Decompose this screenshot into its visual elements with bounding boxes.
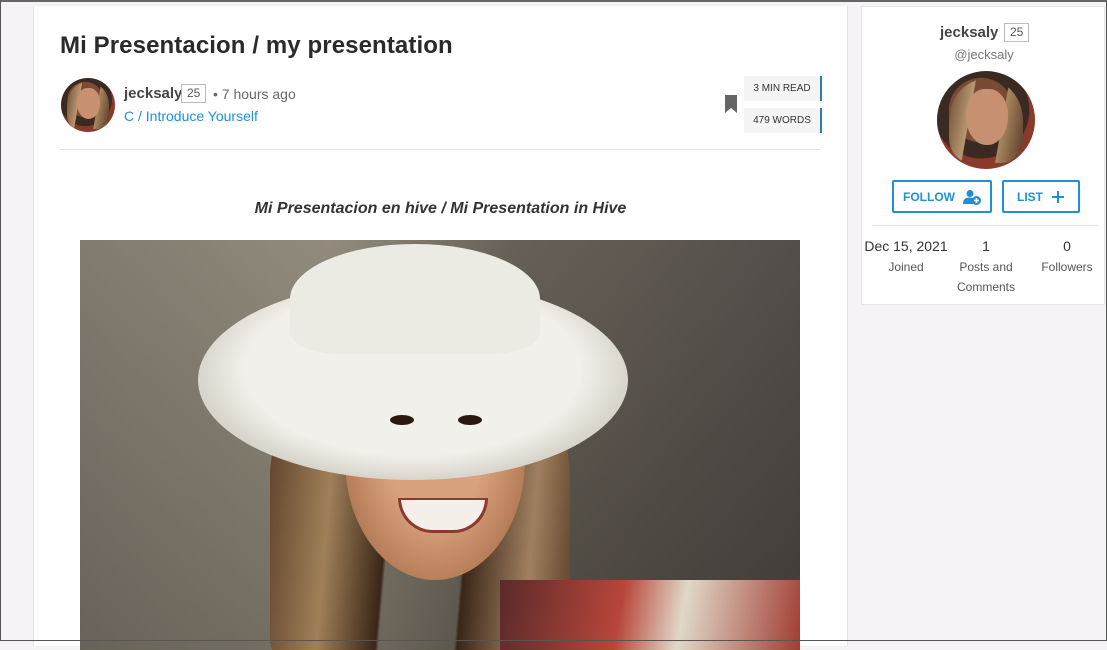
stat-joined-value: Dec 15, 2021 bbox=[864, 238, 948, 254]
list-button-label: LIST bbox=[1017, 189, 1043, 204]
stat-joined-label: Joined bbox=[888, 260, 924, 274]
post-image bbox=[80, 240, 800, 650]
read-time-chip: 3 MIN READ bbox=[744, 76, 822, 101]
sidebar-divider bbox=[872, 225, 1098, 226]
post-subtitle: Mi Presentacion en hive / Mi Presentatio… bbox=[254, 200, 627, 217]
post-time: • 7 hours ago bbox=[213, 86, 296, 102]
follow-button-label: FOLLOW bbox=[903, 189, 955, 204]
stat-followers-value: 0 bbox=[1063, 238, 1071, 254]
stat-posts-value: 1 bbox=[982, 238, 990, 254]
stat-posts: 1 Posts and Comments bbox=[950, 237, 1022, 297]
author-reputation-badge: 25 bbox=[181, 84, 207, 103]
profile-avatar[interactable] bbox=[937, 71, 1035, 169]
stat-posts-label: Posts and Comments bbox=[956, 260, 1015, 294]
follow-button[interactable]: FOLLOW bbox=[892, 180, 992, 213]
profile-name[interactable]: jecksaly bbox=[940, 24, 998, 41]
stat-joined: Dec 15, 2021 Joined bbox=[862, 237, 950, 277]
post-main: Mi Presentacion / my presentation jecksa… bbox=[33, 6, 848, 650]
word-count-chip: 479 WORDS bbox=[744, 108, 822, 133]
stat-followers-label: Followers bbox=[1041, 260, 1093, 274]
user-plus-icon bbox=[962, 189, 981, 205]
bookmark-icon[interactable] bbox=[725, 95, 737, 113]
plus-icon bbox=[1052, 190, 1064, 203]
profile-handle: @jecksaly bbox=[954, 47, 1014, 62]
header-divider bbox=[60, 149, 820, 150]
post-title: Mi Presentacion / my presentation bbox=[60, 32, 453, 59]
author-avatar[interactable] bbox=[61, 78, 115, 132]
stat-followers: 0 Followers bbox=[1028, 237, 1106, 277]
community-link[interactable]: C / Introduce Yourself bbox=[124, 108, 258, 124]
author-name[interactable]: jecksaly bbox=[124, 85, 182, 102]
profile-reputation-badge: 25 bbox=[1004, 23, 1030, 42]
list-button[interactable]: LIST bbox=[1002, 180, 1080, 213]
profile-sidebar: jecksaly 25 @jecksaly FOLLOW LIST Dec 15… bbox=[861, 6, 1105, 305]
